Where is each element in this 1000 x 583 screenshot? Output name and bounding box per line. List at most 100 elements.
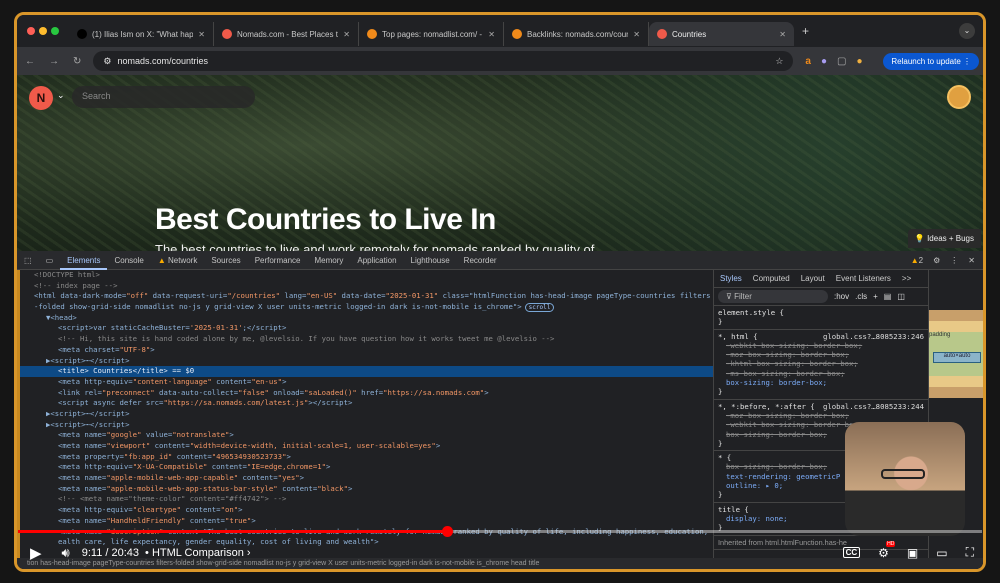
dom-node-line[interactable]: <meta name="google" value="notranslate"> (20, 430, 713, 441)
add-rule-icon[interactable]: + (873, 292, 878, 301)
css-property[interactable]: -khtml-box-sizing: border-box; (718, 359, 924, 368)
reload-icon[interactable]: ↻ (73, 56, 81, 67)
css-property[interactable]: -moz-box-sizing: border-box; (718, 411, 924, 420)
styles-tab[interactable]: Event Listeners (836, 274, 891, 283)
devtools-tab-sources[interactable]: Sources (204, 251, 247, 270)
dom-node-line[interactable]: <script async defer src="https://sa.noma… (20, 398, 713, 409)
browser-tab[interactable]: (1) Ilias Ism on X: "What happ ✕ (69, 22, 214, 46)
maximize-window-button[interactable] (51, 27, 59, 35)
dom-node-line[interactable]: <meta charset="UTF-8"> (20, 345, 713, 356)
nomads-logo[interactable]: N (29, 86, 53, 110)
devtools-tab-elements[interactable]: Elements (60, 251, 108, 270)
settings-icon[interactable]: ⚙ HD (878, 540, 896, 560)
ahrefs-extension-icon[interactable]: a (805, 56, 811, 67)
more-options-icon[interactable]: ⋮ (950, 256, 958, 265)
devtools-tab-recorder[interactable]: Recorder (457, 251, 504, 270)
inspect-element-icon[interactable]: ⬚ (17, 251, 39, 270)
settings-gear-icon[interactable]: ⚙ (933, 256, 940, 265)
devtools-tab-network[interactable]: ▲ Network (151, 251, 204, 270)
dom-node-line[interactable]: <meta http-equiv="X-UA-Compatible" conte… (20, 462, 713, 473)
dom-node-line[interactable]: <meta name="apple-mobile-web-app-capable… (20, 473, 713, 484)
extension-icon[interactable]: ● (821, 56, 827, 67)
devtools-tab-application[interactable]: Application (350, 251, 403, 270)
elements-dom-tree[interactable]: <!DOCTYPE html> <!-- index page --> <html … (17, 270, 713, 569)
paint-brush-icon[interactable]: ▤ (884, 292, 892, 301)
dom-node-line[interactable]: <meta http-equiv="cleartype" content="on… (20, 505, 713, 516)
dom-node-line[interactable]: <!-- index page --> (20, 281, 713, 292)
cls-toggle[interactable]: .cls (855, 292, 867, 301)
dom-node-line[interactable]: <script>var staticCacheBuster='2025-01-3… (20, 323, 713, 334)
devtools-tab-performance[interactable]: Performance (248, 251, 308, 270)
browser-tab[interactable]: Nomads.com - Best Places to ✕ (214, 22, 359, 46)
browser-tab[interactable]: Countries ✕ (649, 22, 794, 46)
dom-node-line[interactable]: ▶<script>⋯</script> (20, 409, 713, 420)
user-avatar[interactable] (947, 85, 971, 109)
close-tab-icon[interactable]: ✕ (779, 30, 786, 39)
close-tab-icon[interactable]: ✕ (343, 30, 350, 39)
miniplayer-icon[interactable]: ▣ (907, 546, 918, 560)
css-property[interactable]: -webkit-box-sizing: border-box; (718, 341, 924, 350)
captions-button[interactable]: CC (842, 547, 861, 558)
dom-node-line[interactable]: <meta http-equiv="content-language" cont… (20, 377, 713, 388)
relaunch-button[interactable]: Relaunch to update ⋮ (883, 52, 979, 70)
dom-node-line[interactable]: <html data-dark-mode="off" data-request-… (20, 291, 713, 302)
styles-tab[interactable]: Computed (753, 274, 790, 283)
bookmark-star-icon[interactable]: ☆ (775, 56, 783, 67)
site-info-icon[interactable]: ⚙ (103, 56, 111, 67)
toggle-sidebar-icon[interactable]: ◫ (897, 292, 905, 301)
dom-node-line[interactable]: <meta name="HandheldFriendly" content="t… (20, 516, 713, 527)
devtools-tab-lighthouse[interactable]: Lighthouse (404, 251, 457, 270)
dom-node-line[interactable]: <link rel="preconnect" data-auto-collect… (20, 388, 713, 399)
rule-source-link[interactable]: global.css?…8085233:244 (823, 402, 924, 411)
close-tab-icon[interactable]: ✕ (488, 30, 495, 39)
new-tab-button[interactable]: + (802, 24, 809, 38)
styles-tab[interactable]: Layout (801, 274, 825, 283)
css-property[interactable]: box-sizing: border-box; (718, 378, 924, 387)
dom-node-line[interactable]: <!DOCTYPE html> (20, 270, 713, 281)
ideas-bugs-button[interactable]: 💡 Ideas + Bugs (907, 229, 981, 248)
devtools-tab-memory[interactable]: Memory (307, 251, 350, 270)
styles-tab[interactable]: Styles (720, 274, 742, 283)
dom-node-line[interactable]: <!-- <meta name="theme-color" content="#… (20, 494, 713, 505)
fullscreen-icon[interactable]: ⛶ (966, 545, 974, 560)
dom-node-line[interactable]: ▶<script>⋯</script> (20, 420, 713, 431)
chapter-button[interactable]: • HTML Comparison › (145, 547, 251, 559)
scroll-badge[interactable]: scroll (524, 303, 555, 313)
volume-icon[interactable]: 🔊︎ (62, 545, 70, 561)
minimize-window-button[interactable] (39, 27, 47, 35)
extensions-puzzle-icon[interactable]: ▢ (837, 56, 846, 67)
url-input[interactable]: ⚙ nomads.com/countries ☆ (93, 51, 794, 71)
dom-node-line[interactable]: <!-- Hi, this site is hand coded alone b… (20, 334, 713, 345)
css-property[interactable]: -ms-box-sizing: border-box; (718, 369, 924, 378)
close-window-button[interactable] (27, 27, 35, 35)
chevron-down-icon[interactable]: ⌄ (57, 90, 65, 101)
theater-mode-icon[interactable]: ▭ (936, 546, 947, 560)
back-icon[interactable]: ← (25, 56, 35, 67)
video-progress-bar[interactable] (18, 526, 982, 537)
dom-node-line[interactable]: -folded show-grid-side nomadlist no-js y… (20, 302, 713, 313)
dom-node-line[interactable]: ▶<script>⋯</script> (20, 356, 713, 367)
dom-node-line[interactable]: <meta name="viewport" content="width=dev… (20, 441, 713, 452)
device-toolbar-icon[interactable]: ▭ (39, 251, 61, 270)
forward-icon[interactable]: → (49, 56, 59, 67)
tab-search-chevron-icon[interactable]: ⌄ (959, 23, 975, 39)
rule-source-link[interactable]: global.css?…8085233:246 (823, 332, 924, 341)
close-tab-icon[interactable]: ✕ (633, 30, 640, 39)
hov-toggle[interactable]: :hov (834, 292, 849, 301)
css-property[interactable]: -moz-box-sizing: border-box; (718, 350, 924, 359)
dom-node-line[interactable]: <title> Countries</title> == $0 (20, 366, 713, 377)
styles-filter-input[interactable]: ⊽ Filter (718, 290, 828, 303)
dom-node-line[interactable]: <meta name="apple-mobile-web-app-status-… (20, 484, 713, 495)
search-input[interactable]: Search (72, 86, 255, 108)
progress-scrubber[interactable] (441, 526, 453, 537)
css-rule[interactable]: element.style {} (714, 306, 928, 330)
profile-avatar[interactable]: ● (856, 56, 862, 67)
warnings-badge[interactable]: ▲2 (911, 256, 923, 265)
close-devtools-icon[interactable]: ✕ (968, 256, 975, 265)
play-icon[interactable]: ▶ (30, 544, 42, 562)
dom-node-line[interactable]: ▼<head> (20, 313, 713, 324)
browser-tab[interactable]: Backlinks: nomads.com/coun ✕ (504, 22, 649, 46)
close-tab-icon[interactable]: ✕ (198, 30, 205, 39)
devtools-tab-console[interactable]: Console (107, 251, 150, 270)
styles-tab[interactable]: >> (902, 274, 911, 283)
